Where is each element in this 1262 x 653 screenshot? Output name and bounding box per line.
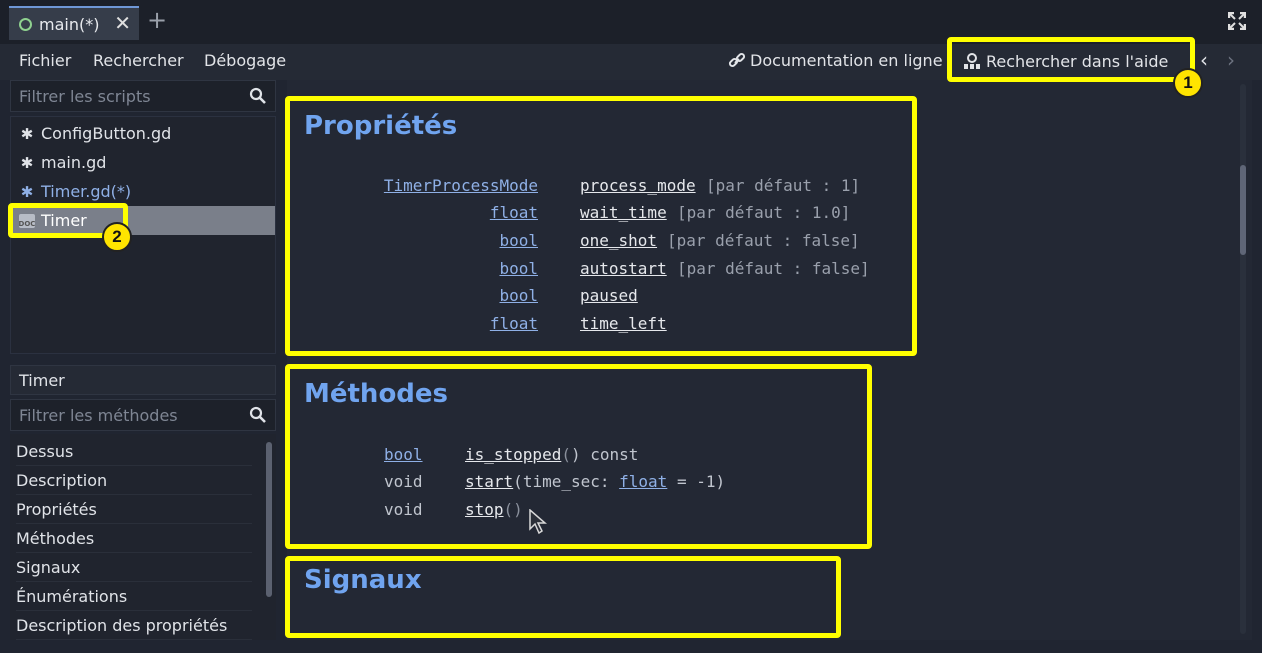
highlight-box-signals (285, 556, 841, 638)
scrollbar[interactable] (266, 442, 272, 597)
link-icon (728, 52, 746, 67)
scripts-filter-placeholder: Filtrer les scripts (19, 86, 151, 106)
menu-debug[interactable]: Débogage (204, 51, 286, 70)
left-panel: Filtrer les scripts ✱ ConfigButton.gd ✱ … (10, 80, 276, 640)
script-item-configbutton[interactable]: ✱ ConfigButton.gd (11, 119, 275, 148)
annotation-badge: 1 (1173, 68, 1203, 98)
search-icon (249, 87, 266, 104)
section-item[interactable]: Propriétés (16, 495, 252, 524)
script-label: Timer.gd(*) (41, 182, 132, 201)
search-icon (249, 406, 266, 423)
scrollbar-thumb[interactable] (1240, 165, 1246, 255)
tab-main[interactable]: main(*) ✕ (9, 6, 139, 40)
annotation-badge: 2 (102, 222, 132, 252)
scripts-filter-input[interactable]: Filtrer les scripts (10, 80, 276, 112)
online-docs-label: Documentation en ligne (750, 51, 943, 70)
highlight-box-search-help (947, 37, 1195, 82)
add-tab-icon[interactable]: + (147, 6, 167, 34)
section-item[interactable]: Dessus (16, 437, 252, 466)
class-name-label: Timer (10, 365, 276, 395)
tab-label: main(*) (39, 14, 100, 34)
fullscreen-icon[interactable] (1228, 12, 1246, 30)
script-label: ConfigButton.gd (41, 124, 172, 143)
script-label: main.gd (41, 153, 107, 172)
gear-icon: ✱ (20, 124, 34, 143)
sections-list: Dessus Description Propriétés Méthodes S… (10, 434, 276, 640)
gear-icon: ✱ (20, 153, 34, 172)
scene-circle-icon (19, 17, 32, 31)
menu-search[interactable]: Rechercher (93, 51, 184, 70)
script-item-main[interactable]: ✱ main.gd (11, 148, 275, 177)
gear-icon: ✱ (20, 182, 34, 201)
script-item-timer-gd[interactable]: ✱ Timer.gd(*) (11, 177, 275, 206)
online-docs-button[interactable]: Documentation en ligne (728, 51, 943, 70)
chevron-left-icon[interactable]: ‹ (1200, 48, 1208, 72)
section-item[interactable]: Description des propriétés (16, 611, 252, 640)
highlight-box-methods (285, 364, 872, 549)
highlight-box-properties (285, 96, 917, 356)
menu-file[interactable]: Fichier (19, 51, 71, 70)
methods-filter-placeholder: Filtrer les méthodes (19, 405, 178, 425)
class-name-text: Timer (19, 370, 65, 390)
chevron-right-icon[interactable]: › (1227, 48, 1235, 72)
methods-filter-input[interactable]: Filtrer les méthodes (10, 399, 276, 431)
section-item[interactable]: Signaux (16, 553, 252, 582)
section-item[interactable]: Énumérations (16, 582, 252, 611)
section-item[interactable]: Description (16, 466, 252, 495)
close-icon[interactable]: ✕ (114, 11, 131, 35)
section-item[interactable]: Méthodes (16, 524, 252, 553)
